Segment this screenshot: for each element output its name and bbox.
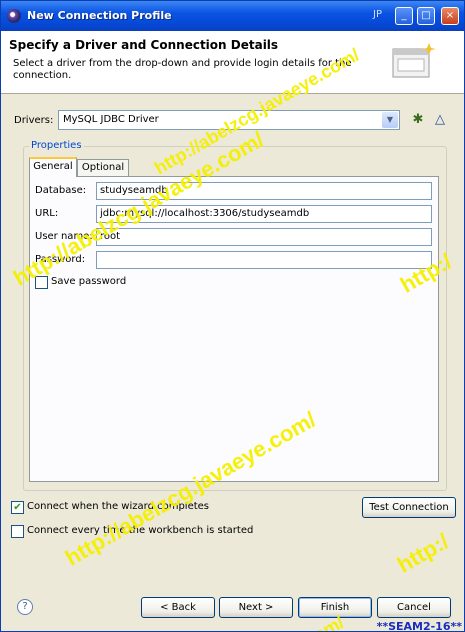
drivers-label: Drivers:: [14, 115, 54, 126]
connect-every-time-checkbox[interactable]: [11, 525, 24, 538]
eclipse-icon: [7, 9, 21, 23]
tab-optional[interactable]: Optional: [77, 159, 129, 177]
database-label: Database:: [35, 185, 87, 196]
footer-tag: **SEAM2-16**: [376, 620, 462, 632]
title-bar[interactable]: New Connection Profile JP _ □ ×: [1, 1, 464, 31]
ime-indicator[interactable]: JP: [373, 9, 382, 20]
dialog-window: New Connection Profile JP _ □ × Specify …: [0, 0, 465, 632]
test-connection-button[interactable]: Test Connection: [362, 497, 456, 518]
tab-general[interactable]: General: [29, 157, 77, 177]
minimize-icon[interactable]: _: [395, 7, 413, 25]
watermark-text: http:/: [393, 528, 454, 578]
properties-group-label: Properties: [29, 140, 84, 151]
connect-when-complete-checkbox[interactable]: ✔: [11, 501, 24, 514]
wizard-header: Specify a Driver and Connection Details …: [1, 31, 464, 94]
save-password-label[interactable]: Save password: [51, 276, 126, 287]
next-button[interactable]: Next >: [219, 597, 293, 618]
chevron-down-icon[interactable]: ▼: [382, 112, 398, 128]
wizard-banner-icon: [392, 43, 436, 78]
edit-driver-icon[interactable]: △: [431, 111, 449, 129]
cancel-button[interactable]: Cancel: [377, 597, 451, 618]
username-field[interactable]: root: [96, 228, 432, 246]
new-driver-icon[interactable]: ✱: [409, 111, 427, 129]
maximize-icon[interactable]: □: [417, 7, 435, 25]
page-title: Specify a Driver and Connection Details: [9, 38, 279, 52]
drivers-selected: MySQL JDBC Driver: [63, 114, 159, 125]
back-button[interactable]: < Back: [141, 597, 215, 618]
window-title: New Connection Profile: [27, 9, 172, 22]
help-icon[interactable]: ?: [17, 599, 33, 615]
url-label: URL:: [35, 208, 59, 219]
close-icon[interactable]: ×: [441, 7, 459, 25]
password-field[interactable]: [96, 251, 432, 269]
